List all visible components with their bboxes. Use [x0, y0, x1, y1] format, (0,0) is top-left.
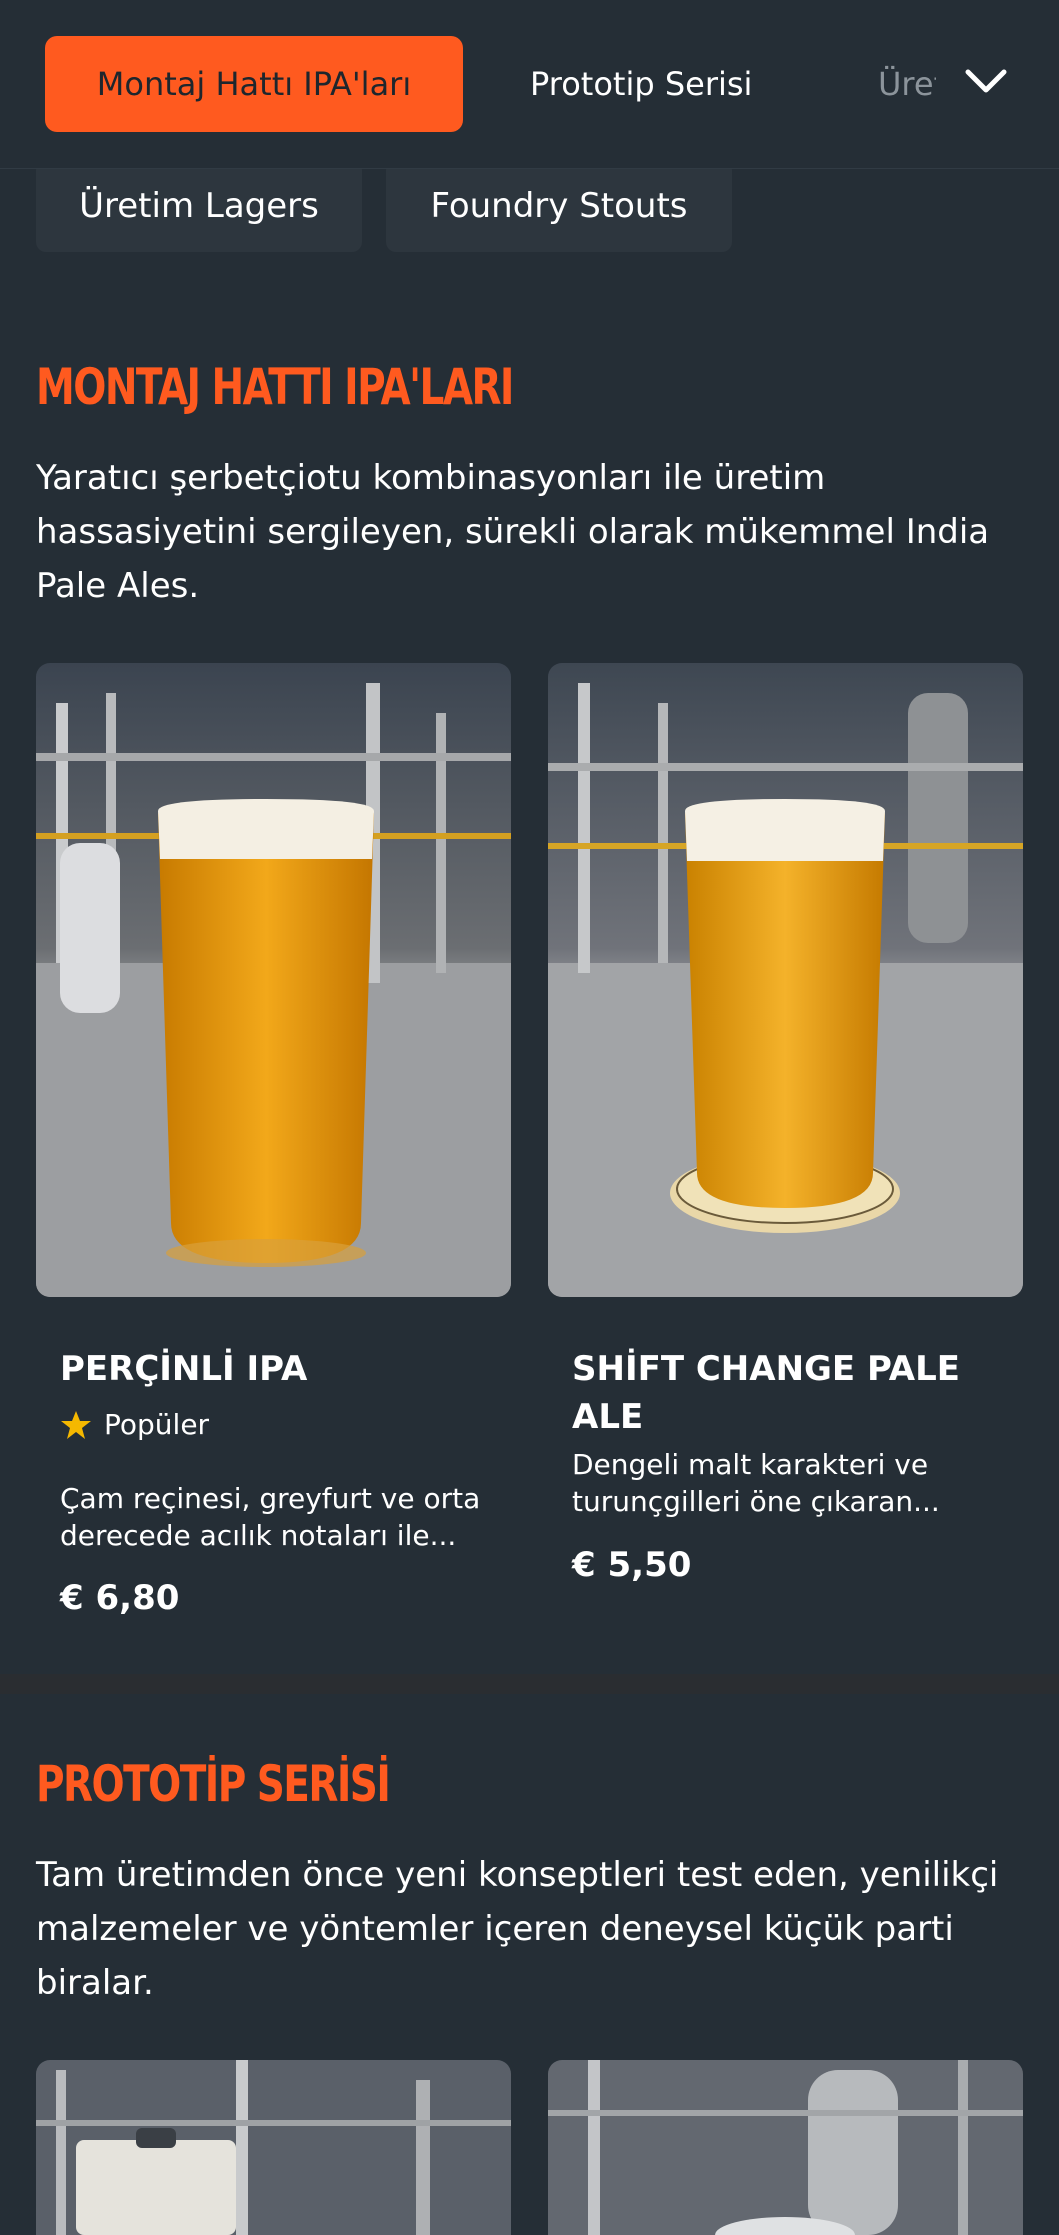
product-image-shift-change-pale-ale[interactable]: [548, 663, 1023, 1297]
section-title-ipas: MONTAJ HATTI IPA'LARI: [36, 358, 514, 416]
product-price: € 5,50: [572, 1545, 692, 1585]
product-name[interactable]: SHİFT CHANGE PALE ALE: [572, 1345, 1002, 1441]
star-icon: [61, 1410, 91, 1439]
tab-assembly-line-ipas[interactable]: Montaj Hattı IPA'ları: [45, 36, 463, 132]
chip-production-lagers[interactable]: Üretim Lagers: [36, 160, 362, 252]
tab-prototype-series[interactable]: Prototip Serisi: [530, 36, 752, 132]
product-description: Dengeli malt karakteri ve turunçgilleri …: [572, 1448, 940, 1518]
chevron-down-icon[interactable]: [962, 62, 1010, 102]
product-image-percinli-ipa[interactable]: [36, 663, 511, 1297]
chip-foundry-stouts[interactable]: Foundry Stouts: [386, 160, 732, 252]
section-title-prototype-series: PROTOTİP SERİSİ: [36, 1755, 391, 1813]
product-price: € 6,80: [60, 1578, 180, 1618]
product-name[interactable]: PERÇİNLİ IPA: [60, 1345, 500, 1393]
section-description-ipas: Yaratıcı şerbetçiotu kombinasyonları ile…: [36, 458, 990, 606]
category-nav: Montaj Hattı IPA'ları Prototip Serisi Ür…: [0, 0, 1059, 169]
product-image[interactable]: [548, 2060, 1023, 2235]
section-description-prototype-series: Tam üretimden önce yeni konseptleri test…: [36, 1855, 999, 2003]
product-image[interactable]: [36, 2060, 511, 2235]
section-divider: [0, 1674, 1059, 1694]
popular-badge: Popüler: [60, 1408, 209, 1441]
tab-production-lagers[interactable]: Üretim Lagers: [878, 36, 936, 132]
product-description: Çam reçinesi, greyfurt ve orta derecede …: [60, 1482, 481, 1552]
popular-badge-label: Popüler: [104, 1408, 210, 1441]
